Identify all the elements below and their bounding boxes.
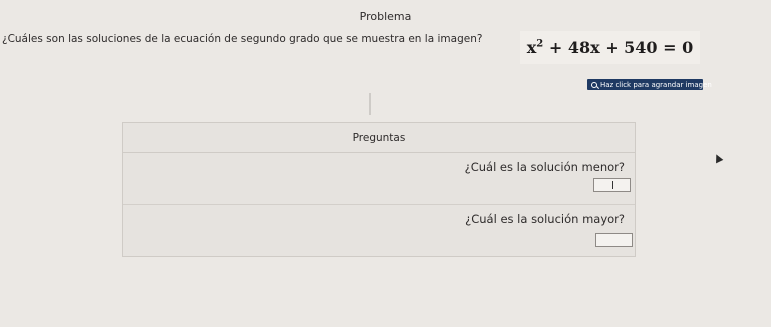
panel-header: Preguntas xyxy=(123,123,635,153)
zoom-image-label: Haz click para agrandar imagen xyxy=(600,80,712,89)
screen-smudge xyxy=(369,93,371,115)
problem-title: Problema xyxy=(359,10,412,23)
equation-rest: + 48x + 540 = 0 xyxy=(543,38,694,57)
questions-panel: Preguntas ¿Cuál es la solución menor? ¿C… xyxy=(122,122,636,257)
magnifier-icon xyxy=(591,81,597,88)
answer-input-larger[interactable] xyxy=(595,233,633,247)
zoom-image-button[interactable]: Haz click para agrandar imagen xyxy=(587,79,712,90)
equation-base: x xyxy=(526,38,537,57)
answer-input-smaller[interactable] xyxy=(593,178,631,192)
equation-image[interactable]: x2 + 48x + 540 = 0 xyxy=(520,31,700,64)
equation: x2 + 48x + 540 = 0 xyxy=(527,38,694,57)
question-row-larger: ¿Cuál es la solución mayor? xyxy=(123,205,635,257)
panel-header-label: Preguntas xyxy=(352,131,406,144)
question-row-smaller: ¿Cuál es la solución menor? xyxy=(123,153,635,205)
mouse-cursor-icon xyxy=(712,152,724,164)
question-larger-label: ¿Cuál es la solución mayor? xyxy=(465,212,625,226)
question-smaller-label: ¿Cuál es la solución menor? xyxy=(464,160,625,174)
problem-question: ¿Cuáles son las soluciones de la ecuació… xyxy=(2,33,483,45)
text-caret xyxy=(612,181,613,189)
